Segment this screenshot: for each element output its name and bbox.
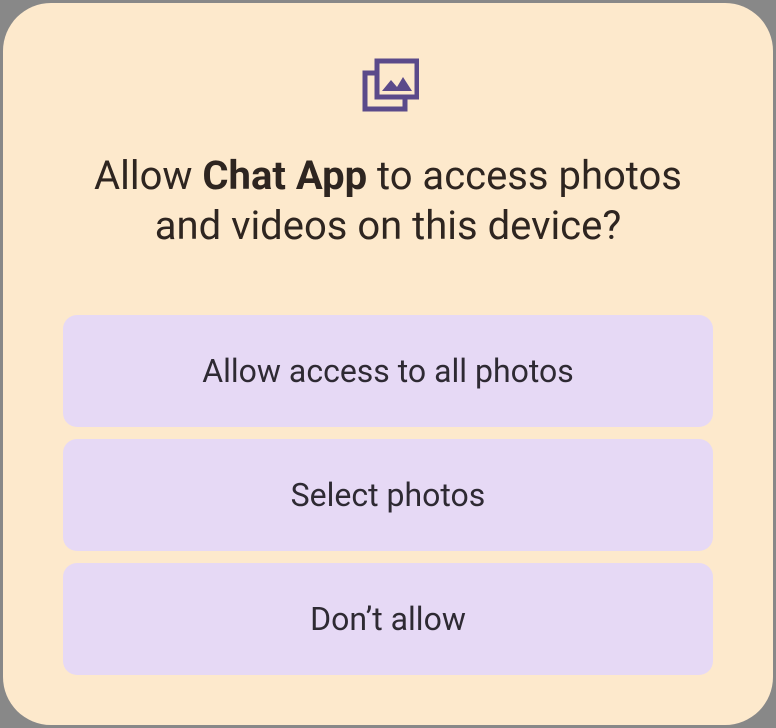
dont-allow-button[interactable]: Don’t allow xyxy=(63,563,713,675)
permission-title: Allow Chat App to access photos and vide… xyxy=(63,151,713,251)
permission-dialog: Allow Chat App to access photos and vide… xyxy=(3,3,773,725)
select-photos-button[interactable]: Select photos xyxy=(63,439,713,551)
photo-gallery-icon xyxy=(357,55,419,121)
allow-all-button[interactable]: Allow access to all photos xyxy=(63,315,713,427)
button-group: Allow access to all photos Select photos… xyxy=(63,315,713,675)
title-prefix: Allow xyxy=(94,152,202,199)
title-app-name: Chat App xyxy=(202,152,367,199)
